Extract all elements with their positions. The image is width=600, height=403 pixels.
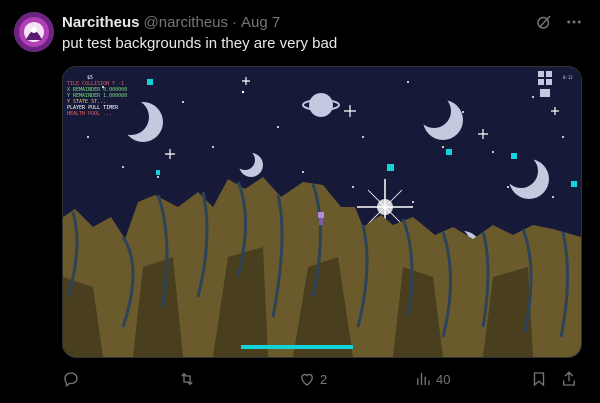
separator-dot: · bbox=[231, 13, 237, 31]
bookmark-icon bbox=[533, 372, 545, 387]
tweet-date[interactable]: Aug 7 bbox=[241, 14, 280, 31]
share-icon bbox=[563, 371, 575, 386]
bookmark-button[interactable] bbox=[530, 368, 548, 390]
reply-icon bbox=[64, 372, 78, 388]
header-icons bbox=[534, 12, 584, 32]
like-button[interactable]: 2 bbox=[298, 368, 327, 390]
views-button[interactable]: 40 bbox=[414, 368, 450, 390]
share-button[interactable] bbox=[560, 368, 578, 390]
views-icon bbox=[417, 373, 430, 385]
debug-hud: $5 TILE COLLISION Y -1 X REMAINDER 0.000… bbox=[67, 75, 127, 117]
avatar[interactable] bbox=[14, 12, 54, 52]
avatar-image bbox=[14, 12, 54, 52]
like-count: 2 bbox=[320, 371, 328, 387]
media-image[interactable]: $5 TILE COLLISION Y -1 X REMAINDER 0.000… bbox=[62, 66, 582, 358]
views-count: 40 bbox=[436, 371, 451, 387]
display-name[interactable]: Narcitheus bbox=[62, 14, 140, 31]
retweet-icon bbox=[181, 372, 193, 386]
heart-icon bbox=[301, 373, 313, 386]
grok-icon[interactable] bbox=[534, 12, 554, 32]
game-screenshot: $5 TILE COLLISION Y -1 X REMAINDER 0.000… bbox=[63, 67, 581, 357]
svg-text:HEALTH POOL ...: HEALTH POOL ... bbox=[67, 111, 112, 117]
tweet-header: Narcitheus @narcitheus · Aug 7 bbox=[62, 12, 280, 32]
retweet-button[interactable] bbox=[178, 368, 200, 390]
tweet-text: put test backgrounds in they are very ba… bbox=[62, 35, 338, 52]
corner-label: 0:12 bbox=[563, 75, 573, 80]
tweet: Narcitheus @narcitheus · Aug 7 put test … bbox=[0, 0, 600, 403]
health-bar bbox=[241, 345, 353, 349]
more-icon[interactable] bbox=[564, 12, 584, 32]
action-bar: 2 40 bbox=[62, 368, 582, 390]
reply-button[interactable] bbox=[62, 368, 84, 390]
handle[interactable]: @narcitheus bbox=[144, 14, 228, 31]
